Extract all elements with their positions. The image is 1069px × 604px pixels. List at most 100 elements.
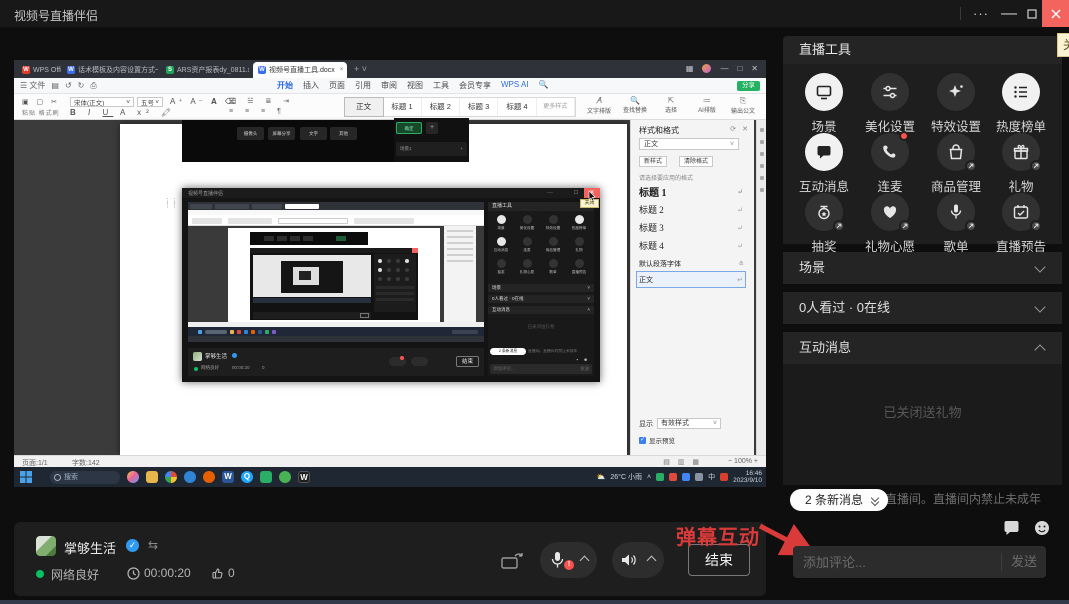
firefox-icon[interactable]: [203, 471, 215, 483]
tool-lottery[interactable]: 抽奖: [791, 193, 857, 255]
tool-live-preview[interactable]: 直播预告: [988, 193, 1054, 255]
ribbon-tool-typeset[interactable]: 𝐴̸文字排版: [582, 96, 616, 115]
drag-handle-icon[interactable]: ⋮⋮⋮⋮: [164, 200, 178, 208]
style-h4[interactable]: 标题 4: [498, 98, 536, 116]
style-item-body[interactable]: 正文↵: [637, 272, 745, 287]
show-style-select[interactable]: 有效样式˅: [657, 418, 721, 429]
style-more[interactable]: 更多样式: [537, 98, 575, 116]
wps-taskbar-icon[interactable]: W: [298, 471, 310, 483]
tool-scene[interactable]: 场景: [791, 73, 857, 135]
wps-minimize-icon[interactable]: —: [720, 64, 728, 73]
menu-tools[interactable]: 工具: [433, 80, 449, 91]
ime-indicator[interactable]: 中: [708, 472, 715, 482]
flip-camera-icon[interactable]: [500, 550, 526, 572]
wps-maximize-icon[interactable]: □: [737, 64, 742, 73]
align-icons[interactable]: ≡ ≡ ≡ ¶: [229, 108, 286, 115]
view-mode-icons[interactable]: ▤ ▥ ▦: [663, 458, 702, 466]
ribbon-tool-find[interactable]: 🔍查找替换: [618, 96, 652, 114]
print-icon[interactable]: ⎙: [90, 81, 96, 91]
wps-sheet-tab[interactable]: S ARS资产报表dy_0811.xlsx×: [161, 62, 249, 78]
word-icon[interactable]: W: [222, 471, 234, 483]
font-size-select[interactable]: 五号˅: [137, 97, 163, 107]
menu-insert[interactable]: 插入: [303, 80, 319, 91]
speaker-button[interactable]: [612, 542, 664, 578]
style-item-h3[interactable]: 标题 3↵: [639, 220, 743, 235]
tray-red-icon[interactable]: [669, 473, 677, 481]
start-button-icon[interactable]: [20, 471, 32, 483]
wps-close-icon[interactable]: ✕: [751, 64, 758, 73]
comment-input[interactable]: [793, 546, 999, 578]
redo-icon[interactable]: ↻: [78, 81, 85, 90]
style-h1[interactable]: 标题 1: [383, 98, 421, 116]
minimize-button[interactable]: —: [996, 0, 1022, 27]
style-normal[interactable]: 正文: [345, 98, 383, 116]
taskbar-search[interactable]: 搜索: [50, 471, 120, 484]
tray-blue-icon[interactable]: [682, 473, 690, 481]
style-h2[interactable]: 标题 2: [422, 98, 460, 116]
app-icon-green[interactable]: [279, 471, 291, 483]
share-button[interactable]: 分享: [737, 81, 760, 91]
wps-doc-tab-1[interactable]: W 话术模板及内容设置方式一(1)×: [62, 62, 158, 78]
tray-expand-icon[interactable]: ˄: [647, 474, 651, 481]
tool-ranking[interactable]: 热度榜单: [988, 73, 1054, 135]
close-button[interactable]: [1042, 0, 1069, 27]
tray-badge-icon[interactable]: [720, 473, 728, 481]
menu-reference[interactable]: 引用: [355, 80, 371, 91]
font-family-select[interactable]: 宋体(正文)˅: [70, 97, 134, 107]
tray-volume-icon[interactable]: [695, 473, 703, 481]
refresh-icon[interactable]: ⟳: [730, 125, 736, 133]
tool-gift-wish[interactable]: 礼物心愿: [857, 193, 923, 255]
pane-close-icon[interactable]: ✕: [742, 125, 748, 133]
quark-icon[interactable]: Q: [241, 471, 253, 483]
send-button[interactable]: 发送: [1002, 546, 1046, 578]
wps-active-tab[interactable]: W 视频号直播工具.docx×: [253, 62, 347, 78]
wps-home-tab[interactable]: W WPS Office: [17, 62, 61, 78]
widgets-icon[interactable]: [127, 471, 139, 483]
tool-playlist[interactable]: 歌单: [923, 193, 989, 255]
zoom-control[interactable]: − 100% +: [728, 458, 758, 465]
style-h3[interactable]: 标题 3: [460, 98, 498, 116]
menu-member[interactable]: 会员专享: [459, 80, 491, 91]
ribbon-tool-export[interactable]: ⎘输出公文: [726, 96, 760, 115]
tool-interactive-messages[interactable]: 互动消息: [791, 133, 857, 195]
style-item-h2[interactable]: 标题 2↵: [639, 202, 743, 217]
switch-account-icon[interactable]: ⇆: [148, 538, 158, 552]
wechat-icon[interactable]: [260, 471, 272, 483]
new-messages-pill[interactable]: 2 条新消息: [790, 489, 888, 511]
tab-close-icon[interactable]: ×: [340, 67, 344, 73]
save-icon[interactable]: ▤: [51, 81, 59, 90]
edge-icon[interactable]: [184, 471, 196, 483]
tool-effects[interactable]: 特效设置: [923, 73, 989, 135]
more-menu-button[interactable]: ···: [966, 0, 996, 27]
menu-view[interactable]: 视图: [407, 80, 423, 91]
menu-review[interactable]: 审阅: [381, 80, 397, 91]
list-icons[interactable]: ☰ ☱ ≣ ⇥: [229, 97, 294, 105]
tool-beauty[interactable]: 美化设置: [857, 73, 923, 135]
hamburger-icon[interactable]: ☰ 文件: [20, 80, 45, 91]
style-item-h4[interactable]: 标题 4↵: [639, 238, 743, 253]
tool-products[interactable]: 商品管理: [923, 133, 989, 195]
account-avatar[interactable]: [702, 64, 711, 73]
tool-gifts[interactable]: 礼物: [988, 133, 1054, 195]
font-style-icons[interactable]: B I U A x² 🖍: [70, 108, 176, 117]
microphone-button[interactable]: !: [540, 542, 597, 578]
tool-co-stream[interactable]: 连麦: [857, 133, 923, 195]
ribbon-tool-ai[interactable]: ≔AI排版: [690, 96, 724, 114]
chrome-icon[interactable]: [165, 471, 177, 483]
undo-icon[interactable]: ↺: [65, 81, 72, 90]
section-messages[interactable]: 互动消息: [783, 332, 1062, 364]
clear-format-button[interactable]: 清除格式: [679, 156, 713, 167]
taskbar-clock[interactable]: 16:46 2023/9/10: [733, 470, 762, 485]
style-item-default[interactable]: 默认段落字体a: [639, 256, 743, 271]
ribbon-tool-select[interactable]: ⇱选择: [654, 96, 688, 114]
weather-icon[interactable]: ⛅: [597, 473, 606, 481]
layout-icon[interactable]: ▦: [686, 64, 694, 73]
explorer-icon[interactable]: [146, 471, 158, 483]
style-item-h1[interactable]: 标题 1↵: [639, 184, 743, 199]
paste-icon[interactable]: ▣ ▢ ✂: [22, 98, 60, 106]
new-tab-button[interactable]: + ˅: [354, 64, 367, 74]
menu-home[interactable]: 开始: [277, 80, 293, 91]
microphone-options-chevron[interactable]: [580, 556, 590, 566]
search-icon[interactable]: 🔍: [539, 80, 549, 91]
menu-wps-ai[interactable]: WPS AI: [501, 80, 529, 91]
